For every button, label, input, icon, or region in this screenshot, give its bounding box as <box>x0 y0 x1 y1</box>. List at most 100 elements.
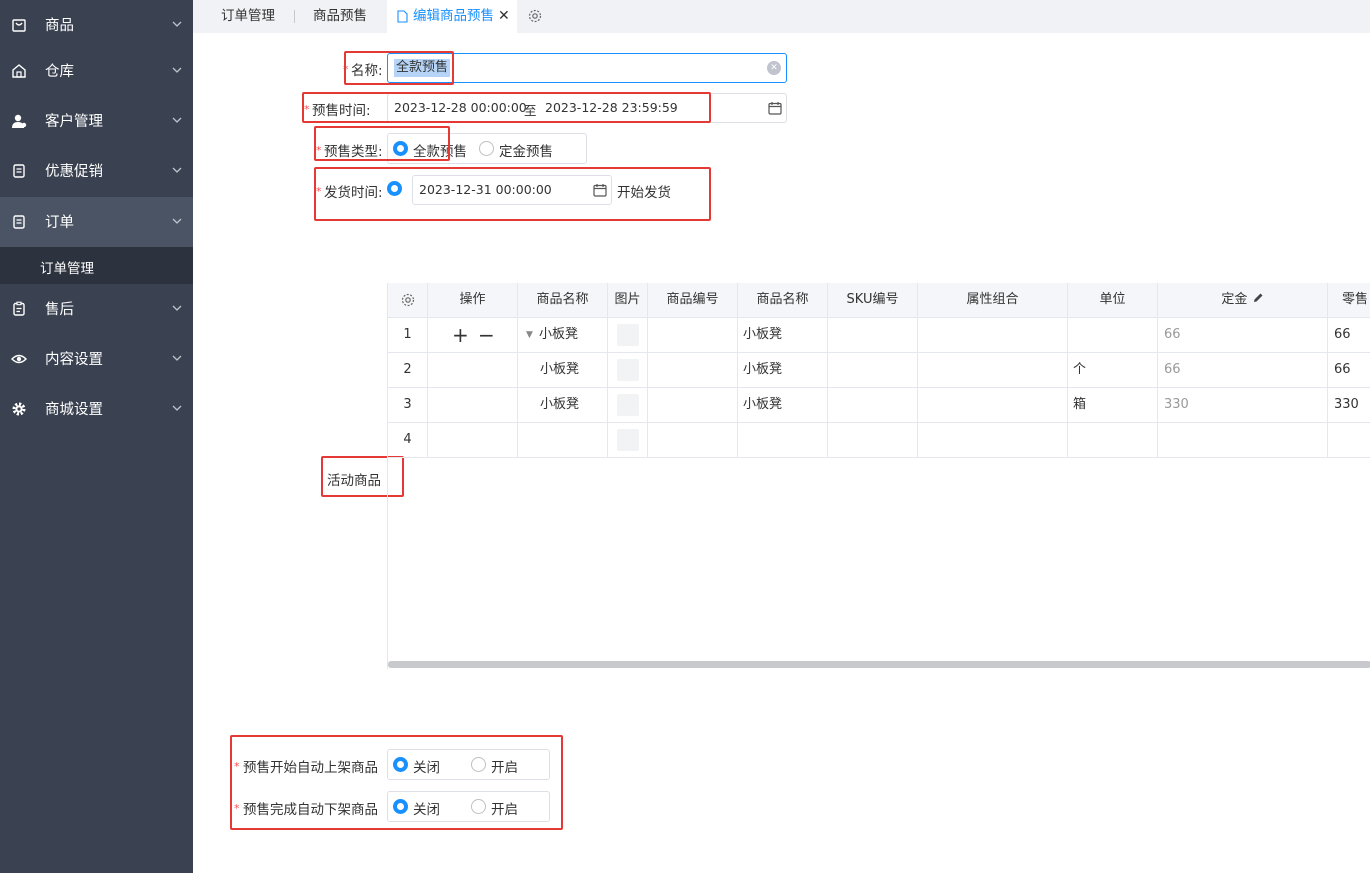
range-separator: 至 <box>524 103 537 118</box>
sidebar-item-label: 商城设置 <box>45 402 103 418</box>
calendar-icon[interactable] <box>768 101 782 115</box>
sidebar-item-label: 客户管理 <box>45 114 103 130</box>
table-header: 操作 商品名称 图片 商品编号 商品名称 SKU编号 属性组合 单位 定金 零售 <box>388 283 1370 318</box>
row-image <box>608 423 648 458</box>
row-sku-code <box>828 353 918 388</box>
radio-on-shelf-on[interactable] <box>471 757 486 772</box>
row-goods-name-2 <box>738 423 828 458</box>
radio-label: 全款预售 <box>413 144 467 160</box>
sidebar-subitem-order-management[interactable]: 订单管理 <box>0 247 193 284</box>
name-input[interactable]: 全款预售 ✕ <box>387 53 787 83</box>
sidebar-item-content-settings[interactable]: 内容设置 <box>0 334 193 384</box>
image-placeholder-icon[interactable] <box>617 429 639 451</box>
gear-icon <box>12 402 26 416</box>
radio-full-payment[interactable] <box>393 141 408 156</box>
radio-label: 开启 <box>491 802 518 818</box>
sidebar-item-warehouse[interactable]: 仓库 <box>0 46 193 96</box>
plus-icon[interactable]: + <box>452 318 469 352</box>
calendar-icon[interactable] <box>593 183 607 197</box>
required-mark: * <box>234 802 240 815</box>
row-goods-name: 小板凳 <box>518 388 608 423</box>
presale-time-range-picker[interactable]: 2023-12-28 00:00:00 至 2023-12-28 23:59:5… <box>387 93 787 123</box>
radio-on-shelf-off[interactable] <box>393 757 408 772</box>
radio-deposit[interactable] <box>479 141 494 156</box>
sidebar-item-label: 仓库 <box>45 64 74 80</box>
ship-time-label: 发货时间: <box>324 185 383 201</box>
row-index: 3 <box>388 388 428 423</box>
required-mark: * <box>304 103 310 116</box>
row-goods-code <box>648 423 738 458</box>
aftersale-icon <box>13 301 25 316</box>
tab-settings-gear-icon[interactable] <box>527 8 543 24</box>
chevron-down-icon <box>172 405 182 411</box>
eye-icon <box>11 354 27 364</box>
header-attributes: 属性组合 <box>918 283 1068 318</box>
header-deposit: 定金 <box>1158 283 1328 318</box>
radio-off-shelf-off[interactable] <box>393 799 408 814</box>
row-index: 4 <box>388 423 428 458</box>
chevron-down-icon <box>172 305 182 311</box>
sidebar-item-product[interactable]: 商品 <box>0 0 193 50</box>
radio-label: 关闭 <box>413 802 440 818</box>
row-retail[interactable] <box>1328 423 1370 458</box>
sidebar-item-label: 内容设置 <box>45 352 103 368</box>
auto-on-shelf-group: 关闭 开启 <box>387 749 550 780</box>
image-placeholder-icon[interactable] <box>617 359 639 381</box>
clear-icon[interactable]: ✕ <box>767 61 781 75</box>
row-actions <box>428 388 518 423</box>
sidebar-item-promotion[interactable]: 优惠促销 <box>0 146 193 196</box>
row-actions <box>428 423 518 458</box>
chevron-down-icon <box>172 355 182 361</box>
radio-off-shelf-on[interactable] <box>471 799 486 814</box>
sidebar-item-label: 商品 <box>45 18 74 34</box>
row-retail[interactable]: 330 <box>1328 388 1370 423</box>
sidebar-item-order[interactable]: 订单 <box>0 197 193 247</box>
required-mark: * <box>343 63 349 76</box>
chevron-down-icon <box>172 167 182 173</box>
row-deposit[interactable]: 66 <box>1158 353 1328 388</box>
header-retail: 零售 <box>1328 283 1370 318</box>
row-unit <box>1068 423 1158 458</box>
row-goods-name <box>518 423 608 458</box>
radio-ship-time[interactable] <box>387 181 402 196</box>
tab-order-management[interactable]: 订单管理 <box>221 0 275 33</box>
auto-off-shelf-label: 预售完成自动下架商品 <box>243 802 378 818</box>
minus-icon[interactable]: − <box>478 318 495 352</box>
sidebar-item-aftersale[interactable]: 售后 <box>0 284 193 334</box>
tab-bar: 订单管理 商品预售 编辑商品预售 ✕ <box>193 0 1370 33</box>
radio-label: 关闭 <box>413 760 440 776</box>
row-goods-name-2: 小板凳 <box>738 388 828 423</box>
chevron-down-icon <box>172 67 182 73</box>
row-retail[interactable]: 66 <box>1328 353 1370 388</box>
horizontal-scrollbar[interactable] <box>388 661 1370 668</box>
chevron-down-icon <box>172 21 182 27</box>
row-deposit[interactable] <box>1158 423 1328 458</box>
ship-time-picker[interactable]: 2023-12-31 00:00:00 <box>412 175 612 205</box>
row-goods-name-2: 小板凳 <box>738 318 828 353</box>
edit-pencil-icon[interactable] <box>1252 292 1264 304</box>
auto-off-shelf-group: 关闭 开启 <box>387 791 550 822</box>
image-placeholder-icon[interactable] <box>617 324 639 346</box>
close-tab-icon[interactable]: ✕ <box>498 0 510 33</box>
row-sku-code <box>828 318 918 353</box>
sidebar-item-mall-settings[interactable]: 商城设置 <box>0 384 193 434</box>
image-placeholder-icon[interactable] <box>617 394 639 416</box>
sidebar-subitem-label: 订单管理 <box>40 261 94 277</box>
sidebar-item-label: 订单 <box>45 215 74 231</box>
row-retail[interactable]: 66 <box>1328 318 1370 353</box>
row-deposit[interactable]: 330 <box>1158 388 1328 423</box>
sidebar-item-label: 售后 <box>45 302 74 318</box>
header-image: 图片 <box>608 283 648 318</box>
row-index: 1 <box>388 318 428 353</box>
presale-type-group: 全款预售 定金预售 <box>387 133 587 164</box>
ship-time-value: 2023-12-31 00:00:00 <box>419 182 552 197</box>
tab-edit-presale[interactable]: 编辑商品预售 ✕ <box>387 0 517 33</box>
sidebar-item-customer[interactable]: 客户管理 <box>0 96 193 146</box>
caret-down-icon[interactable]: ▼ <box>526 318 533 352</box>
product-icon <box>12 19 26 32</box>
row-attributes <box>918 423 1068 458</box>
row-deposit[interactable]: 66 <box>1158 318 1328 353</box>
row-actions <box>428 353 518 388</box>
header-goods-name: 商品名称 <box>518 283 608 318</box>
tab-presale[interactable]: 商品预售 <box>313 0 367 33</box>
